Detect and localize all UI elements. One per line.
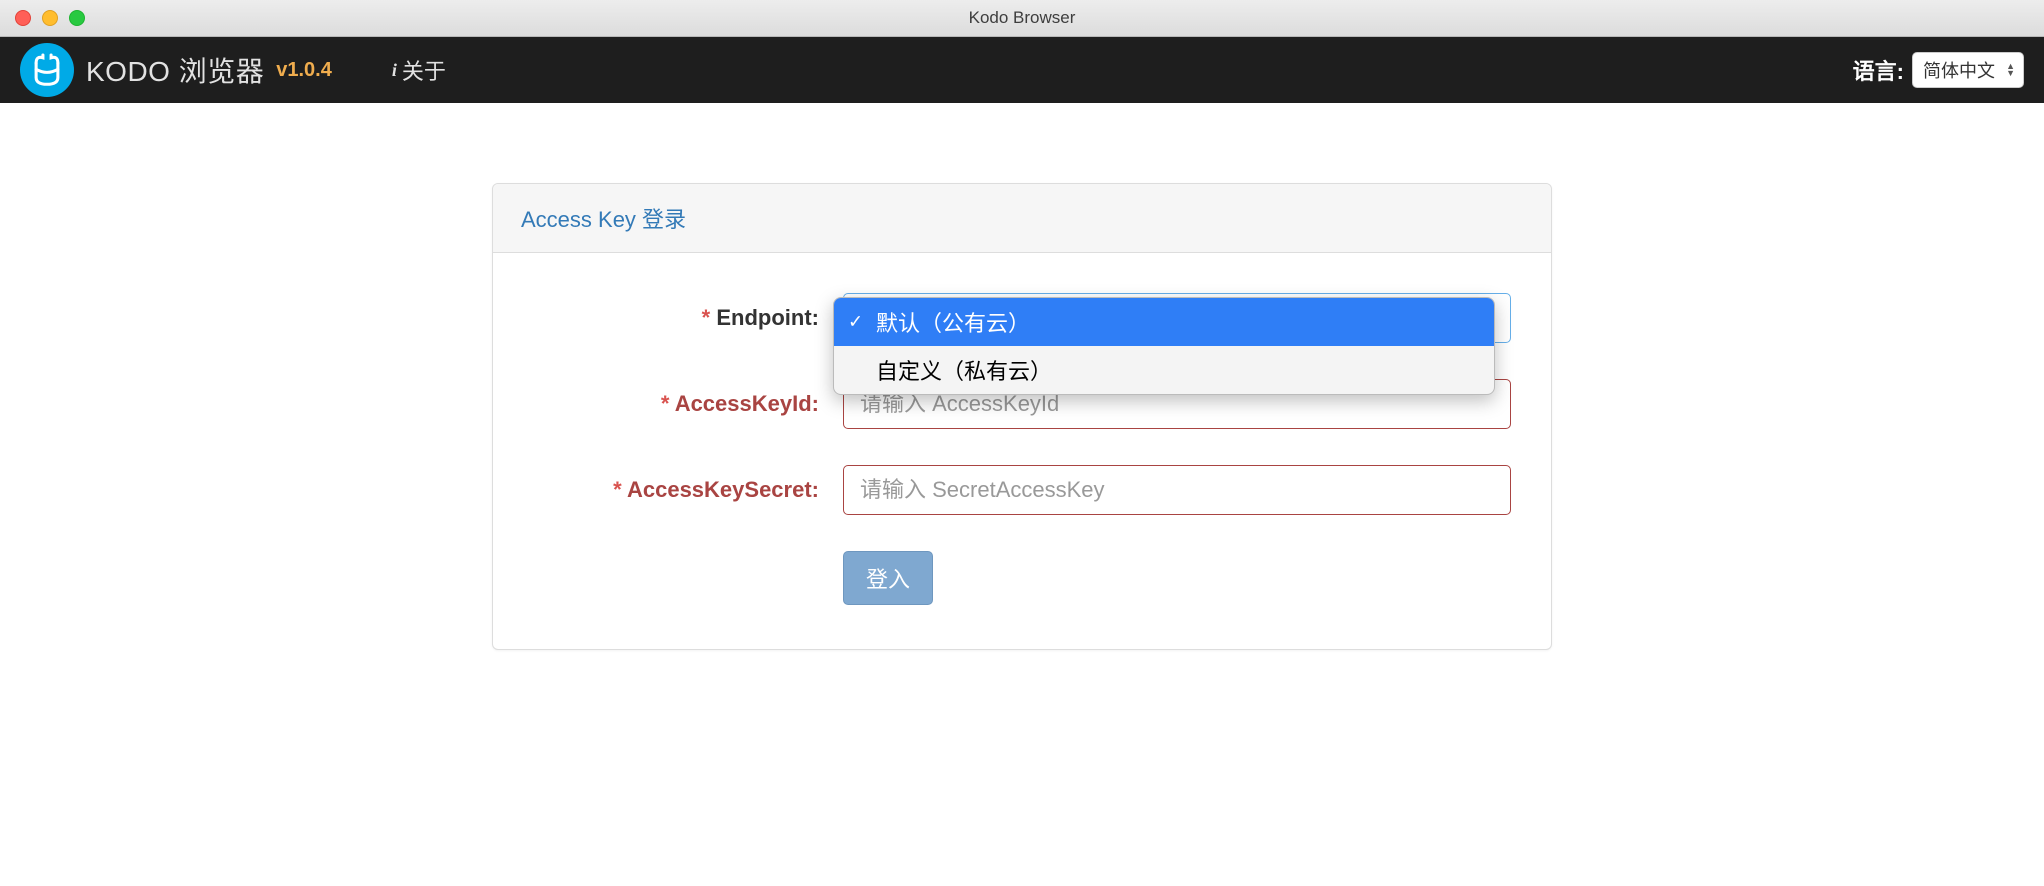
access-key-secret-input[interactable]	[843, 465, 1511, 515]
endpoint-label: * Endpoint:	[533, 305, 843, 331]
language-label: 语言:	[1853, 54, 1904, 86]
endpoint-select[interactable]: ▲▼ ✓ 默认（公有云） 自定义（私有云）	[843, 293, 1511, 343]
access-key-id-label: * AccessKeyId:	[533, 391, 843, 417]
window-close-button[interactable]	[15, 10, 31, 26]
check-icon: ✓	[848, 312, 863, 333]
language-value: 简体中文	[1923, 61, 1995, 81]
endpoint-option-custom[interactable]: 自定义（私有云）	[834, 346, 1494, 394]
language-selector-container: 语言: 简体中文 ▲▼	[1853, 52, 2024, 88]
about-label: 关于	[402, 54, 446, 86]
required-asterisk: *	[661, 391, 675, 416]
window-title: Kodo Browser	[969, 8, 1076, 28]
login-button[interactable]: 登入	[843, 551, 933, 605]
window-controls	[0, 10, 85, 26]
app-title: KODO 浏览器	[86, 50, 264, 90]
select-arrows-icon: ▲▼	[2006, 63, 2015, 77]
panel-heading: Access Key 登录	[493, 184, 1551, 253]
panel-body: * Endpoint: ▲▼ ✓ 默认（公有云） 自定义（私有云）	[493, 253, 1551, 649]
access-key-secret-row: * AccessKeySecret:	[533, 465, 1511, 515]
access-key-secret-label: * AccessKeySecret:	[533, 477, 843, 503]
app-version: v1.0.4	[276, 59, 332, 82]
app-logo-icon	[20, 43, 74, 97]
endpoint-row: * Endpoint: ▲▼ ✓ 默认（公有云） 自定义（私有云）	[533, 293, 1511, 343]
panel-title: Access Key 登录	[521, 207, 686, 232]
info-icon: i	[392, 60, 397, 81]
window-maximize-button[interactable]	[69, 10, 85, 26]
endpoint-dropdown: ✓ 默认（公有云） 自定义（私有云）	[833, 297, 1495, 395]
app-header: KODO 浏览器 v1.0.4 i 关于 语言: 简体中文 ▲▼	[0, 37, 2044, 103]
language-select[interactable]: 简体中文 ▲▼	[1912, 52, 2024, 88]
window-minimize-button[interactable]	[42, 10, 58, 26]
endpoint-option-default[interactable]: ✓ 默认（公有云）	[834, 298, 1494, 346]
about-link[interactable]: i 关于	[392, 54, 446, 86]
window-title-bar: Kodo Browser	[0, 0, 2044, 37]
login-panel: Access Key 登录 * Endpoint: ▲▼ ✓ 默认（公有云）	[492, 183, 1552, 650]
required-asterisk: *	[613, 477, 627, 502]
required-asterisk: *	[702, 305, 717, 330]
